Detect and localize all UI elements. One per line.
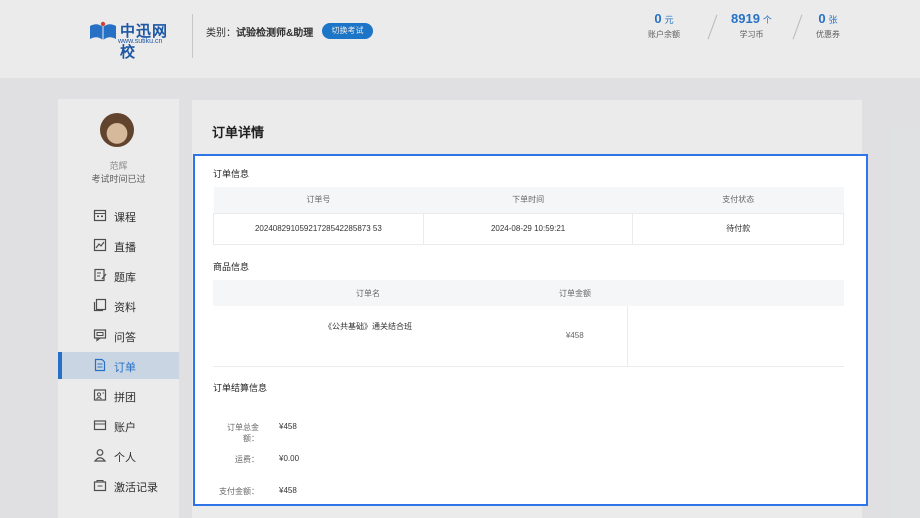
settle-total-row: 订单总金额： ¥458 bbox=[213, 422, 297, 444]
category-value: 试验检测师&助理 bbox=[236, 28, 314, 39]
col-pay-status: 支付状态 bbox=[632, 187, 844, 213]
order-time: 2024-08-29 10:59:21 bbox=[422, 212, 634, 245]
order-info-table: 订单号 下单时间 支付状态 20240829105921728542285873… bbox=[213, 187, 844, 245]
goods-extra-cell bbox=[627, 306, 844, 367]
calendar-icon bbox=[93, 209, 107, 222]
category-label: 类别： bbox=[206, 28, 236, 39]
sidebar-item-label: 订单 bbox=[114, 362, 136, 374]
avatar[interactable] bbox=[100, 113, 134, 147]
activate-icon bbox=[93, 480, 107, 492]
col-empty bbox=[627, 280, 844, 306]
sidebar-item-account[interactable]: 账户 bbox=[58, 412, 179, 439]
sidebar: 范辉 考试时间已过 课程 直播 题库 资料 问答 订单 拼团 账户 个人 激活记… bbox=[58, 99, 179, 518]
col-order-time: 下单时间 bbox=[423, 187, 633, 213]
goods-price: ¥458 bbox=[523, 306, 628, 367]
exam-status-note: 考试时间已过 bbox=[91, 174, 146, 184]
exam-category: 类别：试验检测师&助理 bbox=[206, 24, 313, 39]
copy-icon bbox=[93, 298, 107, 312]
sidebar-item-label: 拼团 bbox=[114, 392, 136, 404]
settle-total-label: 订单总金额： bbox=[227, 423, 259, 443]
user-icon bbox=[93, 449, 107, 462]
header-divider bbox=[192, 14, 193, 58]
settle-shipping-value: ¥0.00 bbox=[279, 454, 300, 463]
top-header: 中迅网校 www.sutiku.cn 类别：试验检测师&助理 切换考试 0元 账… bbox=[0, 0, 920, 78]
sidebar-item-questions[interactable]: 题库 bbox=[58, 262, 179, 289]
table-header-row: 订单号 下单时间 支付状态 bbox=[213, 187, 844, 213]
coins-label: 学习币 bbox=[739, 30, 764, 39]
settle-total-value: ¥458 bbox=[279, 422, 297, 431]
table-row[interactable]: 《公共基础》通关结合班 ¥458 bbox=[213, 306, 844, 367]
settle-shipping-row: 运费： ¥0.00 bbox=[213, 454, 299, 465]
site-logo[interactable]: 中迅网校 www.sutiku.cn bbox=[88, 18, 180, 61]
chart-icon bbox=[93, 238, 107, 252]
col-goods-name: 订单名 bbox=[213, 280, 523, 306]
sidebar-item-activation-records[interactable]: 激活记录 bbox=[58, 472, 179, 499]
sidebar-item-label: 问答 bbox=[114, 332, 136, 344]
settle-paid-label: 支付金额： bbox=[219, 487, 259, 496]
coins-value: 8919 bbox=[731, 11, 760, 26]
balance-unit: 元 bbox=[664, 15, 674, 25]
page-title: 订单详情 bbox=[212, 125, 265, 140]
stat-separator bbox=[792, 14, 803, 40]
balance-value: 0 bbox=[654, 11, 662, 26]
settle-paid-row: 支付金额： ¥458 bbox=[213, 486, 297, 497]
username: 范辉 bbox=[109, 161, 128, 171]
sidebar-item-label: 题库 bbox=[114, 272, 136, 284]
sidebar-item-materials[interactable]: 资料 bbox=[58, 292, 179, 319]
switch-exam-button[interactable]: 切换考试 bbox=[322, 23, 373, 39]
logo-url: www.sutiku.cn bbox=[118, 38, 163, 45]
settle-shipping-label: 运费： bbox=[235, 455, 259, 464]
pay-status: 待付款 bbox=[632, 212, 844, 245]
stat-coupons[interactable]: 0张 优惠券 bbox=[816, 11, 840, 40]
order-icon bbox=[94, 358, 106, 372]
chat-icon bbox=[93, 329, 107, 342]
sidebar-item-label: 课程 bbox=[114, 212, 136, 224]
stat-coins[interactable]: 8919 个 学习币 bbox=[731, 11, 772, 40]
coins-unit: 个 bbox=[762, 15, 772, 25]
stat-balance[interactable]: 0元 账户余额 bbox=[648, 11, 680, 40]
settle-paid-value: ¥458 bbox=[279, 486, 297, 495]
sidebar-item-orders[interactable]: 订单 bbox=[58, 352, 179, 379]
goods-info-title: 商品信息 bbox=[213, 262, 250, 272]
wallet-icon bbox=[93, 420, 107, 431]
sidebar-item-label: 个人 bbox=[114, 452, 136, 464]
balance-label: 账户余额 bbox=[648, 30, 680, 39]
col-goods-amount: 订单金额 bbox=[523, 280, 627, 306]
sidebar-item-group-buy[interactable]: 拼团 bbox=[58, 382, 179, 409]
stat-separator bbox=[707, 14, 718, 40]
coupons-value: 0 bbox=[818, 11, 826, 26]
group-icon bbox=[93, 389, 107, 401]
coupons-label: 优惠券 bbox=[816, 30, 840, 39]
order-info-title: 订单信息 bbox=[213, 169, 250, 179]
book-logo-icon bbox=[90, 21, 116, 40]
sidebar-item-label: 激活记录 bbox=[114, 482, 158, 494]
goods-name: 《公共基础》通关结合班 bbox=[213, 306, 523, 367]
sidebar-item-profile[interactable]: 个人 bbox=[58, 442, 179, 469]
settle-info-title: 订单结算信息 bbox=[213, 383, 268, 393]
sidebar-item-label: 账户 bbox=[114, 422, 136, 434]
table-header-row: 订单名 订单金额 bbox=[213, 280, 844, 306]
sidebar-item-courses[interactable]: 课程 bbox=[58, 202, 179, 229]
edit-doc-icon bbox=[94, 268, 107, 282]
col-order-number: 订单号 bbox=[213, 187, 424, 213]
coupons-unit: 张 bbox=[828, 15, 838, 25]
sidebar-item-label: 资料 bbox=[114, 302, 136, 314]
sidebar-item-qa[interactable]: 问答 bbox=[58, 322, 179, 349]
order-number: 20240829105921728542285873 53 bbox=[213, 212, 424, 245]
order-detail-box: 订单信息 订单号 下单时间 支付状态 202408291059217285422… bbox=[193, 154, 868, 506]
sidebar-item-label: 直播 bbox=[114, 242, 136, 254]
goods-info-table: 订单名 订单金额 《公共基础》通关结合班 ¥458 bbox=[213, 280, 844, 367]
table-row[interactable]: 20240829105921728542285873 53 2024-08-29… bbox=[213, 212, 844, 245]
sidebar-item-live[interactable]: 直播 bbox=[58, 232, 179, 259]
